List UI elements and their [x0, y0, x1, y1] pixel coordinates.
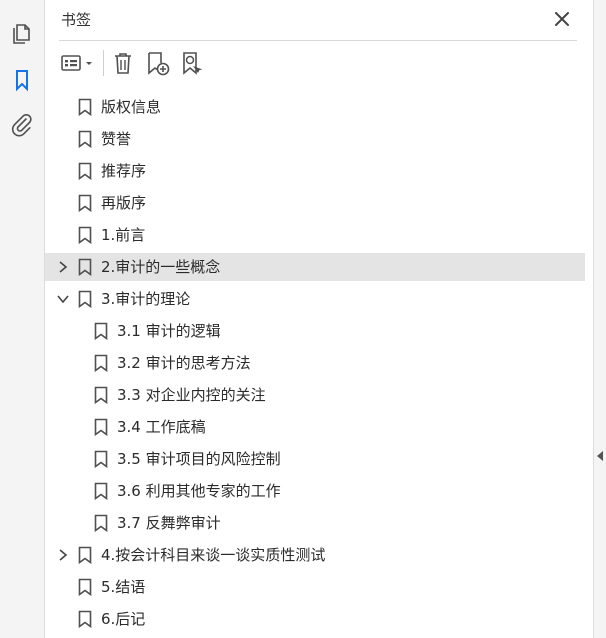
options-menu-icon: [61, 55, 92, 71]
bookmark-icon: [78, 546, 92, 565]
panel-splitter[interactable]: [593, 0, 606, 638]
new-bookmark-button[interactable]: [145, 50, 171, 76]
bookmark-item[interactable]: 再版序: [45, 189, 585, 217]
bookmark-label: 2.审计的一些概念: [101, 258, 221, 276]
delete-bookmark-button[interactable]: [111, 50, 135, 76]
bookmark-icon: [78, 258, 92, 277]
new-bookmark-icon: [148, 52, 170, 76]
toolbar-separator: [103, 50, 104, 76]
pages-panel-button[interactable]: [8, 20, 36, 48]
bookmark-icon: [78, 578, 92, 597]
bookmark-label: 版权信息: [101, 98, 162, 116]
bookmark-label: 3.2 审计的思考方法: [117, 354, 251, 372]
bookmark-label: 6.后记: [101, 610, 146, 628]
bookmark-icon: [78, 130, 92, 149]
bookmark-label: 赞誉: [101, 130, 132, 148]
bookmark-item[interactable]: 赞誉: [45, 125, 585, 153]
bookmark-item[interactable]: 推荐序: [45, 157, 585, 185]
bookmark-icon: [94, 354, 108, 373]
close-panel-button[interactable]: [551, 8, 573, 30]
chevron-down-icon[interactable]: [56, 292, 70, 306]
bookmark-item[interactable]: 1.前言: [45, 221, 585, 249]
panel-title: 书签: [61, 11, 92, 29]
bookmark-icon: [94, 322, 108, 341]
bookmark-item[interactable]: 5.结语: [45, 573, 585, 601]
bookmark-label: 推荐序: [101, 162, 147, 180]
bookmark-label: 3.5 审计项目的风险控制: [117, 450, 281, 468]
bookmark-item[interactable]: 3.7 反舞弊审计: [45, 509, 585, 537]
delete-icon: [115, 53, 131, 74]
bookmark-label: 再版序: [101, 194, 147, 212]
bookmark-label: 3.3 对企业内控的关注: [117, 386, 266, 404]
bookmark-item[interactable]: 3.3 对企业内控的关注: [45, 381, 585, 409]
bookmark-item[interactable]: 2.审计的一些概念: [45, 253, 585, 281]
bookmarks-panel: 书签 版权信息 赞誉 推荐序 再版序 1.前言 2.审计的一些概念 3.审计的理…: [45, 0, 593, 638]
bookmarks-toolbar: [45, 46, 593, 80]
close-icon: [555, 12, 569, 26]
bookmark-from-selection-icon: [183, 52, 203, 75]
bookmark-icon: [94, 386, 108, 405]
bookmark-icon: [94, 482, 108, 501]
bookmark-icon: [94, 450, 108, 469]
bookmark-icon: [94, 418, 108, 437]
bookmark-icon: [78, 610, 92, 629]
bookmark-icon: [78, 162, 92, 181]
pages-icon: [13, 24, 30, 44]
bookmark-item[interactable]: 4.按会计科目来谈一谈实质性测试: [45, 541, 585, 569]
navigation-rail: [0, 0, 45, 638]
bookmark-item[interactable]: 版权信息: [45, 93, 585, 121]
bookmark-icon: [78, 290, 92, 309]
bookmark-label: 3.6 利用其他专家的工作: [117, 482, 281, 500]
chevron-right-icon[interactable]: [56, 548, 70, 562]
collapse-panel-arrow-icon[interactable]: [597, 451, 603, 461]
chevron-right-icon[interactable]: [56, 260, 70, 274]
bookmarks-panel-button[interactable]: [8, 66, 36, 94]
bookmark-item[interactable]: 3.2 审计的思考方法: [45, 349, 585, 377]
bookmark-icon: [78, 98, 92, 117]
bookmark-label: 3.7 反舞弊审计: [117, 514, 221, 532]
attachments-panel-button[interactable]: [8, 111, 36, 139]
bookmark-item[interactable]: 3.审计的理论: [45, 285, 585, 313]
paperclip-icon: [11, 113, 32, 137]
bookmark-item[interactable]: 6.后记: [45, 605, 585, 633]
bookmark-label: 5.结语: [101, 578, 146, 596]
bookmark-label: 4.按会计科目来谈一谈实质性测试: [101, 546, 326, 564]
bookmark-from-selection-button[interactable]: [179, 50, 205, 76]
bookmark-item[interactable]: 3.1 审计的逻辑: [45, 317, 585, 345]
bookmark-icon: [78, 226, 92, 245]
header-divider: [59, 40, 577, 41]
bookmark-label: 3.审计的理论: [101, 290, 191, 308]
bookmark-item[interactable]: 3.5 审计项目的风险控制: [45, 445, 585, 473]
options-menu-button[interactable]: [59, 50, 97, 76]
bookmark-item[interactable]: 3.4 工作底稿: [45, 413, 585, 441]
bookmark-item[interactable]: 3.6 利用其他专家的工作: [45, 477, 585, 505]
bookmark-icon: [16, 70, 28, 92]
panel-header: 书签: [45, 0, 593, 40]
bookmark-icon: [78, 194, 92, 213]
bookmark-label: 3.4 工作底稿: [117, 418, 206, 436]
bookmark-label: 3.1 审计的逻辑: [117, 322, 221, 340]
bookmark-icon: [94, 514, 108, 533]
bookmark-label: 1.前言: [101, 226, 146, 244]
